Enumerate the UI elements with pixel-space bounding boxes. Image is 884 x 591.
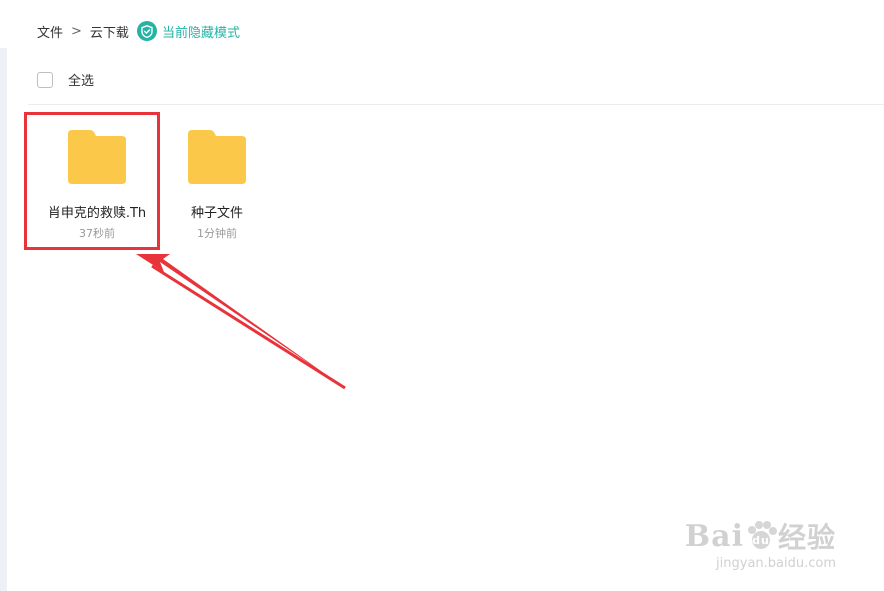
breadcrumb-item-cloud-download[interactable]: 云下载 [90,22,129,41]
annotation-arrow-icon [136,254,346,390]
shield-check-icon [136,21,157,41]
breadcrumb-item-files[interactable]: 文件 [37,22,63,41]
sidebar-edge [0,48,7,591]
file-item-torrent-files[interactable]: 种子文件 1分钟前 [157,128,277,241]
divider [28,104,884,105]
svg-text:du: du [752,534,770,547]
folder-icon [188,130,246,184]
watermark-brand: Bai du 经验 [684,518,836,555]
file-name: 种子文件 [190,206,243,221]
breadcrumb: 文件 > 云下载 当前隐藏模式 [37,20,240,42]
paw-icon: du [744,519,778,553]
watermark-url: jingyan.baidu.com [716,556,836,571]
file-time: 1分钟前 [197,227,237,240]
breadcrumb-separator-icon: > [71,23,82,39]
select-all-label[interactable]: 全选 [68,70,94,89]
select-all-row: 全选 [37,70,94,89]
hidden-mode-toggle[interactable]: 当前隐藏模式 [136,21,240,41]
hidden-mode-label: 当前隐藏模式 [161,25,240,41]
baidu-jingyan-watermark: Bai du 经验 jingyan.baidu.com [684,516,836,572]
annotation-highlight-box [24,112,160,250]
file-manager-page: 文件 > 云下载 当前隐藏模式 全选 肖申克的救赎.Th 37秒前 种子文件 1… [0,0,884,591]
select-all-checkbox[interactable] [37,71,53,88]
